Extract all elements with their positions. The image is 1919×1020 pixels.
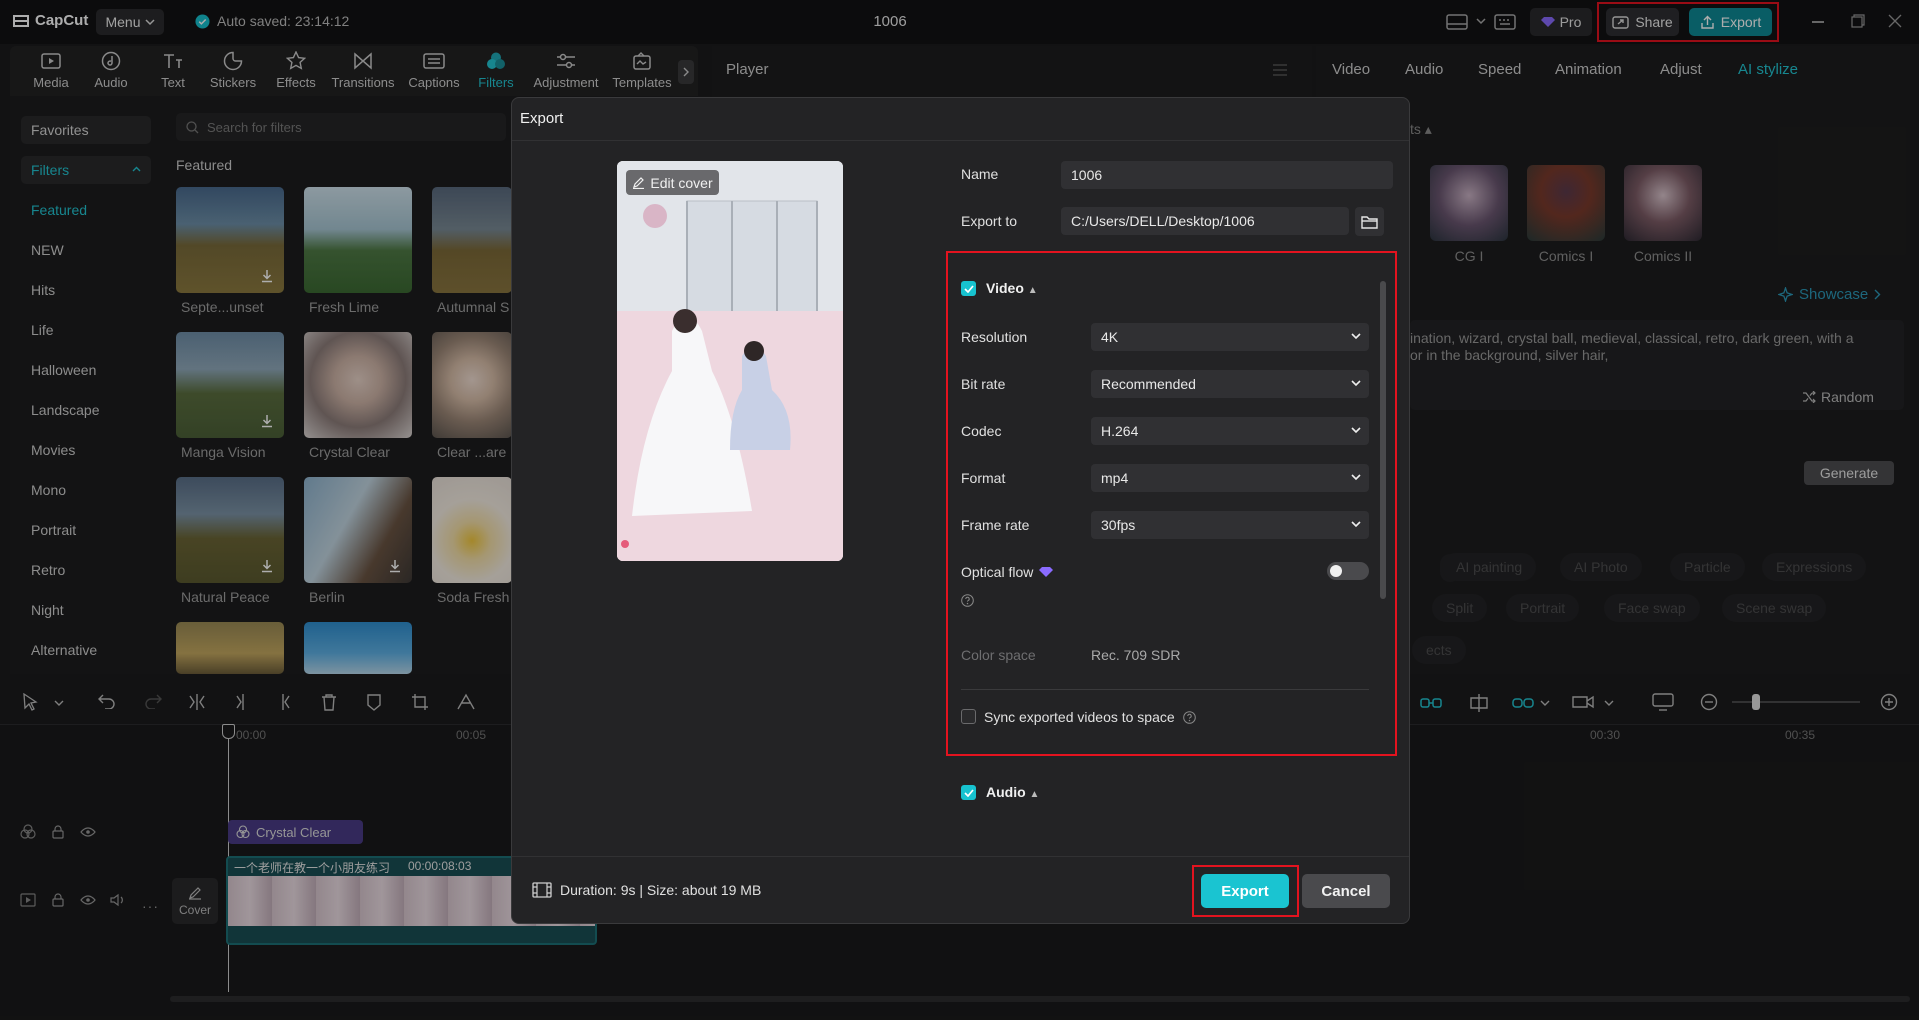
framerate-value: 30fps xyxy=(1101,517,1136,533)
optical-flow-text: Optical flow xyxy=(961,564,1034,580)
chevron-down-icon xyxy=(1351,426,1361,434)
color-space-label: Color space xyxy=(961,647,1036,663)
video-checkbox[interactable] xyxy=(961,281,976,296)
export-path-input[interactable]: C:/Users/DELL/Desktop/1006 xyxy=(1061,207,1349,235)
format-select[interactable]: mp4 xyxy=(1091,464,1369,492)
settings-scrollbar[interactable] xyxy=(1380,281,1386,599)
folder-icon xyxy=(1361,215,1378,229)
resolution-select[interactable]: 4K xyxy=(1091,323,1369,351)
bitrate-select[interactable]: Recommended xyxy=(1091,370,1369,398)
name-input[interactable]: 1006 xyxy=(1061,161,1393,189)
help-icon[interactable] xyxy=(1182,710,1196,724)
sync-space-checkbox[interactable] xyxy=(961,709,976,724)
export-summary-text: Duration: 9s | Size: about 19 MB xyxy=(560,882,762,898)
codec-select[interactable]: H.264 xyxy=(1091,417,1369,445)
check-icon xyxy=(963,788,974,797)
export-button[interactable]: Export xyxy=(1201,874,1289,908)
format-label: Format xyxy=(961,470,1006,486)
diamond-icon xyxy=(1039,566,1054,578)
framerate-label: Frame rate xyxy=(961,517,1030,533)
cancel-button[interactable]: Cancel xyxy=(1302,874,1390,908)
bitrate-label: Bit rate xyxy=(961,376,1006,392)
video-section-text: Video xyxy=(986,280,1024,296)
framerate-select[interactable]: 30fps xyxy=(1091,511,1369,539)
export-dialog: Export Edit cover Name 1006 Export to C:… xyxy=(511,97,1410,924)
resolution-value: 4K xyxy=(1101,329,1119,345)
audio-section-label: Audio ▲ xyxy=(986,784,1039,800)
settings-divider xyxy=(961,689,1369,690)
name-label: Name xyxy=(961,166,999,182)
resolution-label: Resolution xyxy=(961,329,1028,345)
sync-space-text: Sync exported videos to space xyxy=(984,709,1175,725)
help-icon[interactable] xyxy=(961,594,974,607)
cover-preview xyxy=(617,161,843,561)
audio-section-text: Audio xyxy=(986,784,1026,800)
video-section-label: Video ▲ xyxy=(986,280,1038,296)
edit-cover-button[interactable]: Edit cover xyxy=(626,170,719,195)
caret-up-icon[interactable]: ▲ xyxy=(1028,285,1038,296)
color-space-value: Rec. 709 SDR xyxy=(1091,647,1181,663)
chevron-down-icon xyxy=(1351,379,1361,387)
caret-up-icon[interactable]: ▲ xyxy=(1030,789,1040,800)
dialog-title: Export xyxy=(520,110,564,127)
export-summary: Duration: 9s | Size: about 19 MB xyxy=(532,882,761,898)
check-icon xyxy=(963,284,974,293)
codec-value: H.264 xyxy=(1101,423,1139,439)
cover-preview-image xyxy=(617,161,843,561)
edit-cover-label: Edit cover xyxy=(650,174,713,191)
chevron-down-icon xyxy=(1351,520,1361,528)
optical-flow-label: Optical flow xyxy=(961,564,1054,580)
bitrate-value: Recommended xyxy=(1101,376,1196,392)
chevron-down-icon xyxy=(1351,473,1361,481)
format-value: mp4 xyxy=(1101,470,1129,486)
toggle-knob xyxy=(1330,565,1342,577)
pencil-icon xyxy=(632,176,645,189)
sync-space-label: Sync exported videos to space xyxy=(984,709,1196,725)
browse-folder-button[interactable] xyxy=(1355,207,1384,236)
film-icon xyxy=(532,882,552,898)
chevron-down-icon xyxy=(1351,332,1361,340)
dialog-footer-divider xyxy=(512,856,1409,857)
codec-label: Codec xyxy=(961,423,1002,439)
dialog-header-divider xyxy=(512,140,1409,141)
audio-checkbox[interactable] xyxy=(961,785,976,800)
optical-flow-toggle[interactable] xyxy=(1327,562,1369,580)
export-to-label: Export to xyxy=(961,213,1018,229)
